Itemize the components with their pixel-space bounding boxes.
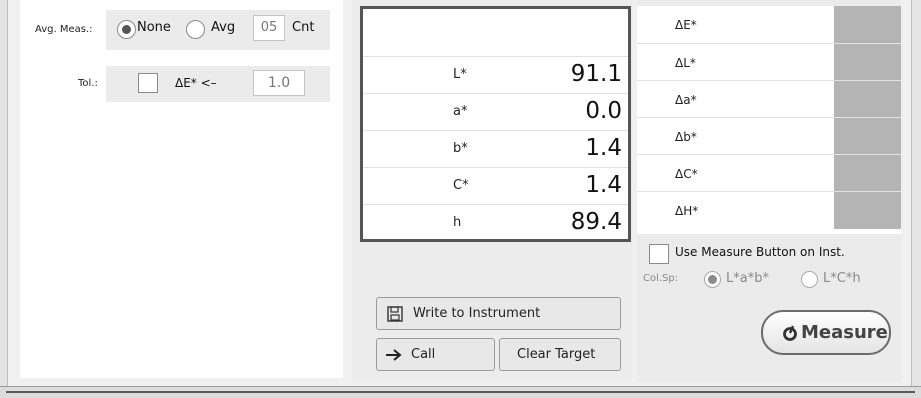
measurement-row: h 89.4 — [363, 204, 628, 242]
measurement-value: 1.4 — [585, 172, 622, 198]
measurement-value: 0.0 — [585, 98, 622, 124]
measurement-row: a* 0.0 — [363, 93, 628, 131]
colorspace-lab-label[interactable]: L*a*b* — [726, 271, 769, 286]
difference-label: ΔH* — [675, 204, 699, 218]
tolerance-input[interactable]: 1.0 — [253, 70, 305, 96]
measurement-row: b* 1.4 — [363, 130, 628, 168]
difference-label: Δa* — [675, 93, 697, 107]
difference-row: Δb* — [637, 117, 901, 155]
measurement-label: b* — [453, 141, 468, 156]
avg-avg-label[interactable]: Avg — [211, 20, 235, 35]
avg-count-input[interactable]: 05 — [253, 15, 285, 41]
measurement-value: 91.1 — [570, 61, 622, 87]
avg-none-label[interactable]: None — [137, 20, 171, 35]
tolerance-checkbox[interactable] — [138, 73, 158, 93]
floppy-disk-icon — [387, 306, 403, 322]
difference-label: ΔC* — [675, 167, 698, 181]
write-to-instrument-label: Write to Instrument — [413, 306, 541, 321]
call-button[interactable]: Call — [376, 338, 495, 371]
window-frame-edge — [6, 391, 915, 393]
measurement-label: C* — [453, 178, 469, 193]
difference-row: ΔH* — [637, 191, 901, 229]
measurement-row: C* 1.4 — [363, 167, 628, 205]
difference-label: ΔE* — [675, 18, 697, 32]
measurement-table: L* 91.1 a* 0.0 b* 1.4 C* 1.4 h 89.4 — [360, 6, 631, 242]
arrow-right-icon — [386, 349, 402, 361]
difference-row: ΔC* — [637, 154, 901, 192]
avg-count-unit: Cnt — [292, 20, 315, 35]
difference-row: ΔL* — [637, 43, 901, 81]
difference-swatch — [834, 81, 901, 118]
measure-button[interactable]: Measure — [761, 310, 891, 355]
measurement-value: 1.4 — [585, 135, 622, 161]
measurement-label: h — [453, 215, 462, 230]
difference-table: ΔE* ΔL* Δa* Δb* ΔC* ΔH* — [637, 6, 901, 234]
avg-avg-radio[interactable] — [186, 20, 205, 39]
difference-label: Δb* — [675, 130, 697, 144]
measure-drop-icon — [783, 325, 797, 341]
window-frame-left — [0, 0, 8, 398]
measure-label: Measure — [801, 322, 888, 343]
colorspace-label: Col.Sp: — [643, 273, 679, 284]
colorspace-lch-label[interactable]: L*C*h — [823, 271, 861, 286]
measurement-value: 89.4 — [570, 209, 622, 235]
measurement-row: L* 91.1 — [363, 56, 628, 94]
clear-target-label: Clear Target — [517, 347, 596, 362]
avg-meas-label: Avg. Meas.: — [35, 24, 93, 35]
clear-target-button[interactable]: Clear Target — [499, 338, 621, 371]
settings-panel — [20, 0, 343, 378]
colorspace-lab-radio[interactable] — [704, 271, 721, 288]
write-to-instrument-button[interactable]: Write to Instrument — [376, 297, 621, 330]
call-label: Call — [411, 347, 436, 362]
measurement-label: a* — [453, 104, 468, 119]
window-frame-right — [911, 0, 921, 398]
difference-swatch — [834, 192, 901, 229]
difference-label: ΔL* — [675, 56, 696, 70]
tolerance-condition: ΔE* <– — [175, 76, 217, 90]
use-measure-button-checkbox[interactable] — [649, 244, 669, 264]
measurement-label: L* — [453, 67, 467, 82]
colorspace-lch-radio[interactable] — [801, 271, 818, 288]
avg-none-radio[interactable] — [117, 20, 136, 39]
difference-row: Δa* — [637, 80, 901, 118]
tolerance-label: Tol.: — [78, 78, 98, 89]
difference-row: ΔE* — [637, 6, 901, 43]
difference-swatch — [834, 6, 901, 43]
difference-swatch — [834, 155, 901, 192]
difference-swatch — [834, 118, 901, 155]
difference-swatch — [834, 44, 901, 81]
use-measure-button-label[interactable]: Use Measure Button on Inst. — [675, 245, 845, 259]
